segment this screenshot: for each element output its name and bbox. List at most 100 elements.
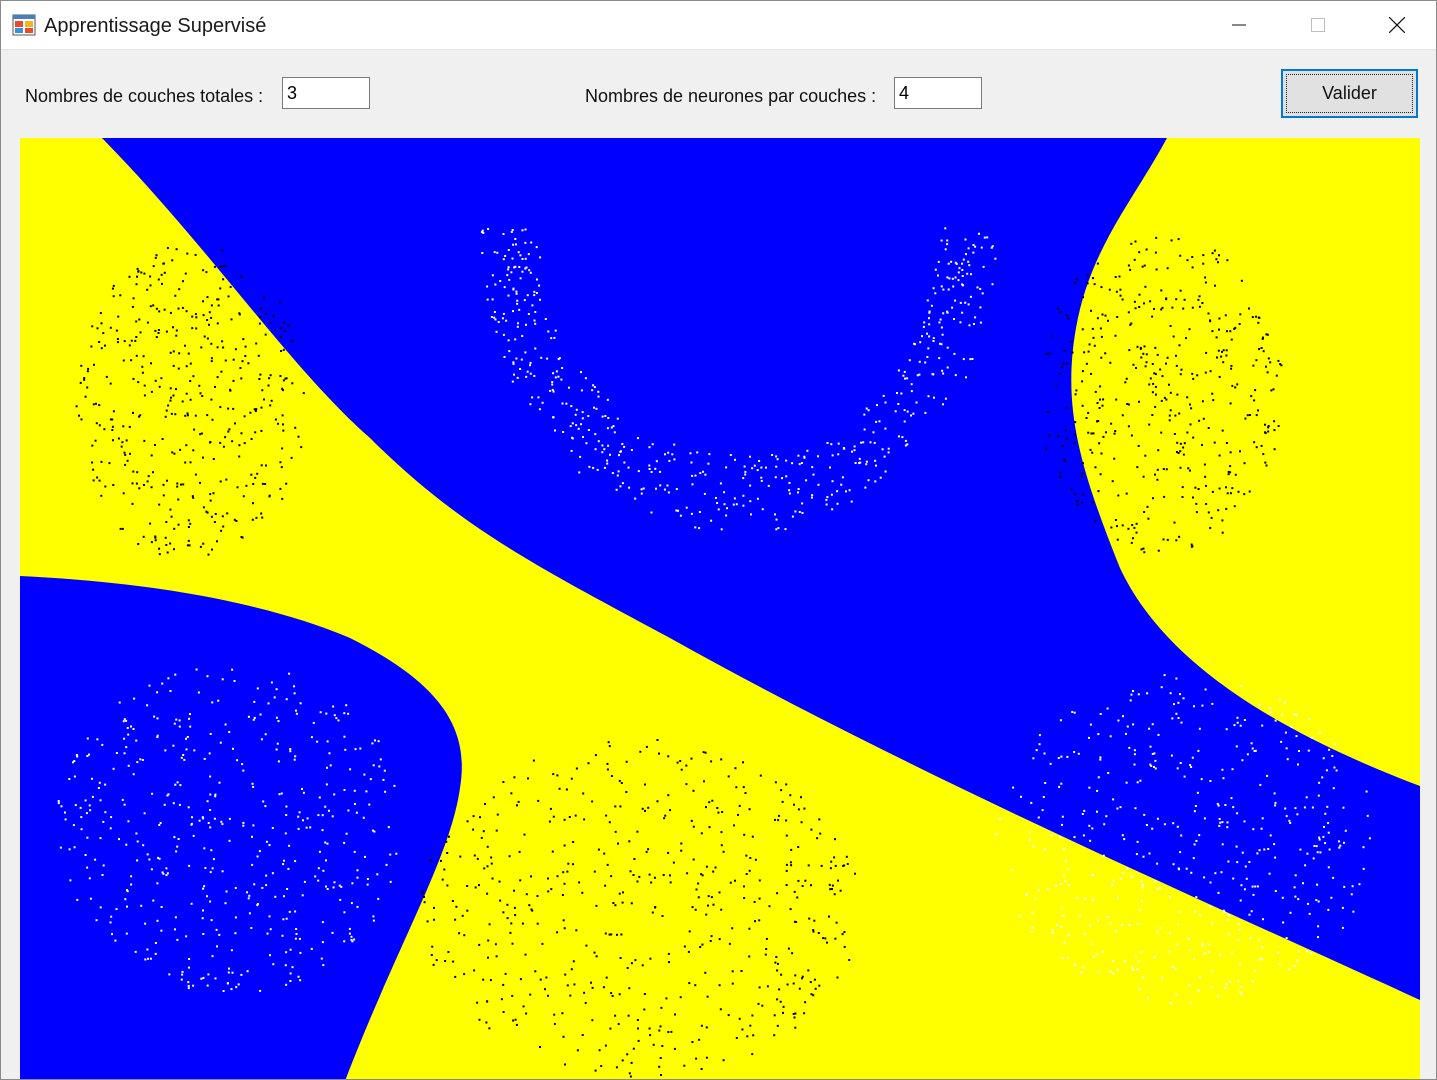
training-point (817, 483, 820, 486)
training-point (166, 479, 168, 482)
training-point (154, 536, 157, 539)
training-point (610, 875, 613, 878)
neurons-input[interactable] (894, 77, 982, 109)
training-point (806, 449, 809, 452)
training-point (487, 939, 490, 942)
training-point (686, 872, 689, 875)
training-point (680, 849, 683, 852)
training-point (325, 885, 327, 888)
training-point (275, 748, 278, 751)
close-button[interactable] (1358, 1, 1436, 49)
minimize-button[interactable] (1200, 1, 1278, 49)
training-point (527, 253, 530, 256)
training-point (638, 875, 641, 878)
training-point (1169, 325, 1172, 327)
training-point (126, 459, 129, 462)
training-point (825, 503, 828, 506)
training-point (1091, 451, 1094, 454)
training-point (157, 329, 160, 331)
title-bar[interactable]: Apprentissage Supervisé (1, 1, 1436, 50)
training-point (247, 715, 250, 718)
training-point (513, 906, 516, 909)
training-point (1137, 960, 1140, 963)
training-point (840, 483, 843, 486)
validate-button[interactable]: Valider (1281, 69, 1418, 118)
training-point (175, 329, 178, 332)
training-point (355, 811, 358, 814)
maximize-button[interactable] (1279, 1, 1357, 49)
training-point (261, 389, 264, 392)
training-point (738, 1017, 741, 1020)
training-point (848, 489, 851, 492)
training-point (1075, 278, 1078, 281)
training-point (301, 894, 304, 897)
training-point (742, 494, 745, 497)
training-point (211, 701, 214, 704)
training-point (926, 356, 929, 358)
training-point (193, 749, 196, 752)
training-point (123, 340, 126, 343)
training-point (875, 464, 877, 467)
training-point (591, 1019, 594, 1022)
training-point (122, 720, 125, 723)
training-point (961, 262, 964, 265)
training-point (240, 377, 243, 380)
training-point (1151, 414, 1154, 416)
training-point (640, 492, 643, 495)
training-point (1177, 867, 1180, 870)
training-point (289, 972, 292, 975)
training-point (229, 388, 232, 391)
training-point (748, 955, 751, 958)
training-point (325, 859, 327, 862)
training-point (549, 389, 552, 392)
training-point (1152, 382, 1155, 385)
training-point (1183, 442, 1186, 445)
training-point (149, 957, 152, 960)
training-point (615, 1066, 618, 1069)
training-point (95, 422, 98, 425)
training-point (507, 294, 510, 297)
training-point (181, 306, 184, 309)
training-point (99, 837, 102, 840)
training-point (321, 829, 324, 832)
decision-boundary-canvas[interactable] (20, 138, 1420, 1079)
training-point (1149, 745, 1152, 748)
training-point (248, 894, 251, 897)
training-point (1057, 307, 1060, 310)
training-point (1064, 879, 1067, 882)
training-point (144, 958, 147, 961)
training-point (1161, 306, 1164, 309)
training-point (227, 430, 230, 433)
training-point (1256, 885, 1259, 888)
training-point (1221, 843, 1224, 846)
training-point (242, 821, 245, 824)
training-point (1186, 396, 1189, 399)
training-point (831, 884, 834, 887)
training-point (252, 502, 254, 505)
training-point (1064, 859, 1067, 862)
training-point (337, 719, 340, 722)
training-point (796, 896, 799, 899)
training-point (878, 420, 881, 423)
training-point (128, 344, 131, 347)
training-point (185, 748, 188, 751)
training-point (91, 795, 94, 798)
training-point (238, 444, 241, 447)
training-point (148, 858, 151, 861)
training-point (525, 893, 528, 896)
layers-input[interactable] (282, 77, 370, 109)
training-point (565, 402, 568, 405)
training-point (216, 945, 218, 948)
training-point (222, 445, 225, 448)
training-point (195, 316, 198, 319)
training-point (605, 814, 608, 817)
training-point (971, 358, 974, 360)
training-point (812, 473, 815, 476)
training-point (1152, 497, 1154, 500)
training-point (173, 452, 176, 455)
training-point (1119, 877, 1122, 880)
training-point (1104, 352, 1107, 355)
training-point (1154, 767, 1157, 770)
training-point (186, 412, 189, 415)
training-point (484, 803, 486, 805)
